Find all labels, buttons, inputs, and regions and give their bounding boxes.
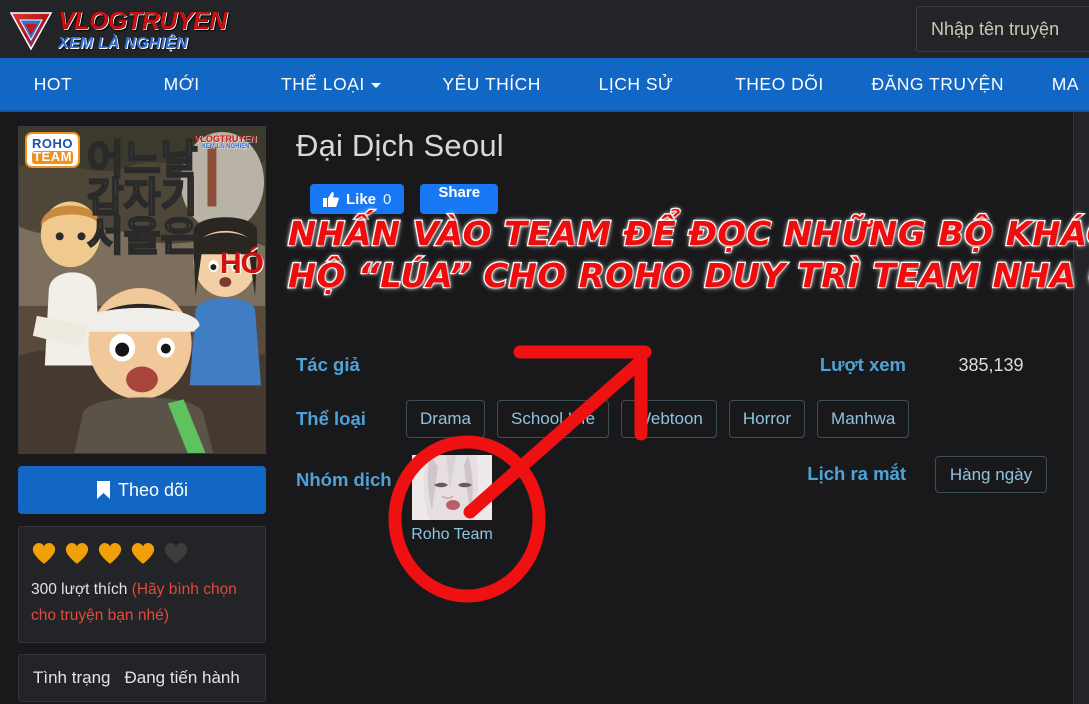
comic-sidebar: ROHO TEAM 어느날 갑자기 서울은 VLOGTRUYEN XEM LÀ … <box>18 126 266 702</box>
views-value: 385,139 <box>958 354 1024 375</box>
follow-button[interactable]: Theo dõi <box>18 466 266 514</box>
cover-watermark: VLOGTRUYEN XEM LÀ NGHIỆN <box>194 134 257 151</box>
logo-triangle-icon <box>9 12 53 51</box>
status-value: Đang tiến hành <box>124 667 240 687</box>
team-label: Nhóm dịch <box>296 469 392 490</box>
likes-line: 300 lượt thích (Hãy bình chọn cho truyện… <box>31 577 253 630</box>
likes-count: 300 lượt thích <box>31 581 128 598</box>
promo-banner: NHẤN VÀO TEAM ĐỂ ĐỌC NHỮNG BỘ KHÁC ỦNG H… <box>287 213 1089 297</box>
logo-title: VLOGTRUYEN <box>58 6 228 35</box>
nav-label: MA <box>1051 73 1079 94</box>
facebook-share-button[interactable]: Share <box>420 184 499 214</box>
genre-tag-horror[interactable]: Horror <box>728 400 806 438</box>
nav-label: HOT <box>33 73 73 94</box>
nav-item-dang-truyen[interactable]: ĐĂNG TRUYỆN <box>861 58 1014 110</box>
nav-item-lich-su[interactable]: LỊCH SỬ <box>589 58 684 110</box>
translation-team[interactable]: Roho Team <box>406 455 498 544</box>
like-count: 0 <box>383 190 392 208</box>
rating-panel: 300 lượt thích (Hãy bình chọn cho truyện… <box>18 526 266 643</box>
korean-line-2: 갑자기 <box>86 175 198 222</box>
main-navigation: HOT MỚI THỂ LOẠI YÊU THÍCH LỊCH SỬ THEO … <box>0 58 1089 112</box>
nav-item-hot[interactable]: HOT <box>24 58 82 110</box>
info-row-author-views: Tác giả Lượt xem 385,139 <box>296 343 1076 387</box>
follow-button-label: Theo dõi <box>117 479 189 500</box>
nav-item-the-loai[interactable]: THỂ LOẠI <box>271 58 391 110</box>
genre-tag-list: Drama School Life Webtoon Horror Manhwa <box>406 400 910 438</box>
chevron-down-icon <box>370 83 381 88</box>
heart-icon-2[interactable] <box>64 541 90 565</box>
genre-tag-school-life[interactable]: School Life <box>497 400 610 438</box>
status-panel: Tình trạng Đang tiến hành <box>18 653 266 702</box>
nav-label: THỂ LOẠI <box>281 73 365 94</box>
schedule-value-wrap: Hàng ngày <box>906 455 1076 493</box>
comic-detail-card: ROHO TEAM 어느날 갑자기 서울은 VLOGTRUYEN XEM LÀ … <box>0 112 1089 704</box>
heart-icon-3[interactable] <box>97 541 123 565</box>
nav-item-theo-doi[interactable]: THEO DÕI <box>725 58 834 110</box>
genre-label: Thể loại <box>296 408 366 429</box>
nav-item-yeu-thich[interactable]: YÊU THÍCH <box>432 58 551 110</box>
nav-label: LỊCH SỬ <box>598 73 674 94</box>
like-label: Like <box>346 190 377 208</box>
facebook-like-button[interactable]: Like 0 <box>310 184 405 214</box>
genre-tag-manhwa[interactable]: Manhwa <box>817 400 910 438</box>
comic-detail-main: Đại Dịch Seoul Like 0 Share NHẤN VÀO TEA… <box>287 128 1089 543</box>
nav-item-moi[interactable]: MỚI <box>154 58 210 110</box>
watermark-line1: VLOGTRUYEN <box>194 134 257 144</box>
nav-label: ĐĂNG TRUYỆN <box>871 73 1004 94</box>
status-label: Tình trạng <box>33 667 111 687</box>
page-title: Đại Dịch Seoul <box>296 128 504 163</box>
info-row-genres: Thể loại Drama School Life Webtoon Horro… <box>296 397 1076 441</box>
comic-cover-image[interactable]: ROHO TEAM 어느날 갑자기 서울은 VLOGTRUYEN XEM LÀ … <box>18 126 266 454</box>
views-label: Lượt xem <box>819 354 906 375</box>
badge-line2: TEAM <box>32 149 73 165</box>
nav-label: THEO DÕI <box>735 73 824 94</box>
team-name: Roho Team <box>411 526 493 543</box>
schedule-badge[interactable]: Hàng ngày <box>934 455 1048 493</box>
cover-korean-title: 어느날 갑자기 서울은 <box>86 137 198 260</box>
share-label: Share <box>438 184 481 201</box>
nav-label: YÊU THÍCH <box>442 73 541 94</box>
korean-line-1: 어느날 <box>86 137 198 183</box>
korean-line-3: 서울은 <box>86 213 198 260</box>
cover-corner-text: HÓ <box>220 247 264 280</box>
views-group: Lượt xem 385,139 <box>820 354 1076 376</box>
social-buttons: Like 0 Share <box>296 184 1073 214</box>
team-avatar <box>412 455 492 520</box>
logo-tagline: XEM LÀ NGHIỆN <box>58 34 188 52</box>
author-label: Tác giả <box>296 354 360 375</box>
schedule-label: Lịch ra mắt <box>807 463 906 484</box>
heart-icon-4[interactable] <box>130 541 156 565</box>
nav-item-ma[interactable]: MA <box>1042 58 1089 110</box>
info-row-team-schedule: Nhóm dịch Roho Team Lịch ra mắt Hàng ngà… <box>296 455 1076 544</box>
banner-line-2: HỘ “LÚA” CHO ROHO DUY TRÌ TEAM NHA CẢ NH… <box>287 255 1089 297</box>
cover-roho-team-badge: ROHO TEAM <box>25 132 80 168</box>
search-input[interactable] <box>916 6 1089 52</box>
genre-tag-webtoon[interactable]: Webtoon <box>621 400 717 438</box>
heart-icon-1[interactable] <box>31 541 57 565</box>
thumbs-up-icon <box>323 191 339 207</box>
bookmark-icon <box>96 481 110 499</box>
comic-info-table: Tác giả Lượt xem 385,139 Thể loại Drama … <box>296 343 1076 544</box>
heart-icon-5[interactable] <box>163 541 189 565</box>
heart-rating[interactable] <box>31 541 253 565</box>
banner-line-1: NHẤN VÀO TEAM ĐỂ ĐỌC NHỮNG BỘ KHÁC ỦNG <box>287 213 1089 255</box>
site-logo[interactable]: VLOGTRUYEN XEM LÀ NGHIỆN <box>8 4 227 56</box>
site-header: VLOGTRUYEN XEM LÀ NGHIỆN <box>0 0 1089 58</box>
genre-tag-drama[interactable]: Drama <box>406 400 486 438</box>
schedule-group: Lịch ra mắt Hàng ngày <box>807 455 1076 493</box>
watermark-line2: XEM LÀ NGHIỆN <box>201 144 250 150</box>
nav-label: MỚI <box>163 73 200 94</box>
